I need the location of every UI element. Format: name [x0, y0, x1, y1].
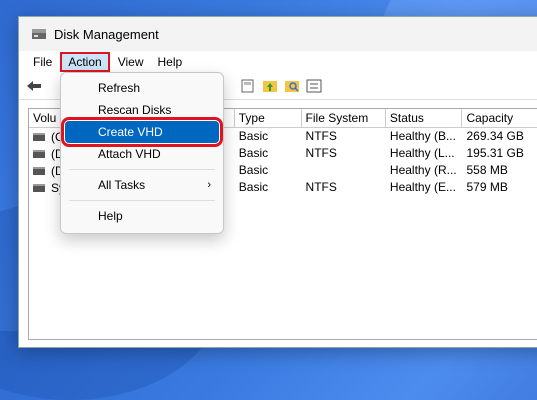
menu-action[interactable]: Action [60, 51, 110, 72]
menu-create-vhd[interactable]: Create VHD [61, 117, 223, 147]
properties-icon[interactable] [305, 78, 323, 94]
capacity-cell: 195.31 GB [466, 146, 524, 160]
menu-refresh[interactable]: Refresh [61, 77, 223, 99]
search-folder-icon[interactable] [283, 78, 301, 94]
column-status[interactable]: Status [386, 109, 463, 127]
volume-icon [33, 149, 45, 158]
window-title: Disk Management [54, 26, 159, 42]
capacity-cell: 558 MB [466, 163, 508, 177]
status-cell: Healthy (R... [389, 163, 457, 177]
column-filesystem[interactable]: File System [302, 109, 386, 127]
type-cell: Basic [238, 180, 269, 194]
volume-icon [33, 132, 45, 141]
watermark-text: WindowsDigital.com [328, 302, 527, 324]
menu-separator [69, 169, 215, 170]
action-menu-dropdown: Refresh Rescan Disks Create VHD Attach V… [60, 72, 224, 234]
volume-icon [33, 166, 45, 175]
menu-file[interactable]: File [27, 52, 58, 72]
menu-view[interactable]: View [112, 52, 150, 72]
column-type[interactable]: Type [235, 109, 302, 127]
volume-icon [33, 183, 45, 192]
type-cell: Basic [238, 163, 269, 177]
up-folder-icon[interactable] [261, 78, 279, 94]
disk-management-icon [31, 27, 47, 41]
menu-all-tasks-label: All Tasks [98, 178, 146, 192]
title-bar: Disk Management [19, 17, 537, 51]
menu-separator [69, 200, 215, 201]
menu-rescan-disks[interactable]: Rescan Disks [61, 99, 223, 121]
filesystem-cell: NTFS [305, 146, 337, 160]
menu-help-item[interactable]: Help [61, 205, 223, 227]
status-cell: Healthy (L... [389, 146, 455, 160]
column-capacity[interactable]: Capacity [462, 109, 537, 127]
menu-attach-vhd[interactable]: Attach VHD [61, 143, 223, 165]
status-cell: Healthy (B... [389, 129, 456, 143]
type-cell: Basic [238, 129, 269, 143]
disk-icon[interactable] [239, 78, 257, 94]
back-arrow-icon[interactable] [25, 78, 43, 94]
type-cell: Basic [238, 146, 269, 160]
watermark: WindowsDigital.com [304, 302, 527, 325]
capacity-cell: 269.34 GB [466, 129, 524, 143]
filesystem-cell: NTFS [305, 180, 337, 194]
capacity-cell: 579 MB [466, 180, 508, 194]
filesystem-cell: NTFS [305, 129, 337, 143]
filesystem-cell [302, 162, 386, 179]
chevron-right-icon: › [207, 179, 211, 191]
menu-bar: File Action View Help [19, 51, 537, 73]
status-cell: Healthy (E... [389, 180, 456, 194]
menu-help[interactable]: Help [152, 52, 189, 72]
windows-logo-icon [304, 304, 323, 323]
menu-all-tasks[interactable]: All Tasks › [61, 174, 223, 196]
